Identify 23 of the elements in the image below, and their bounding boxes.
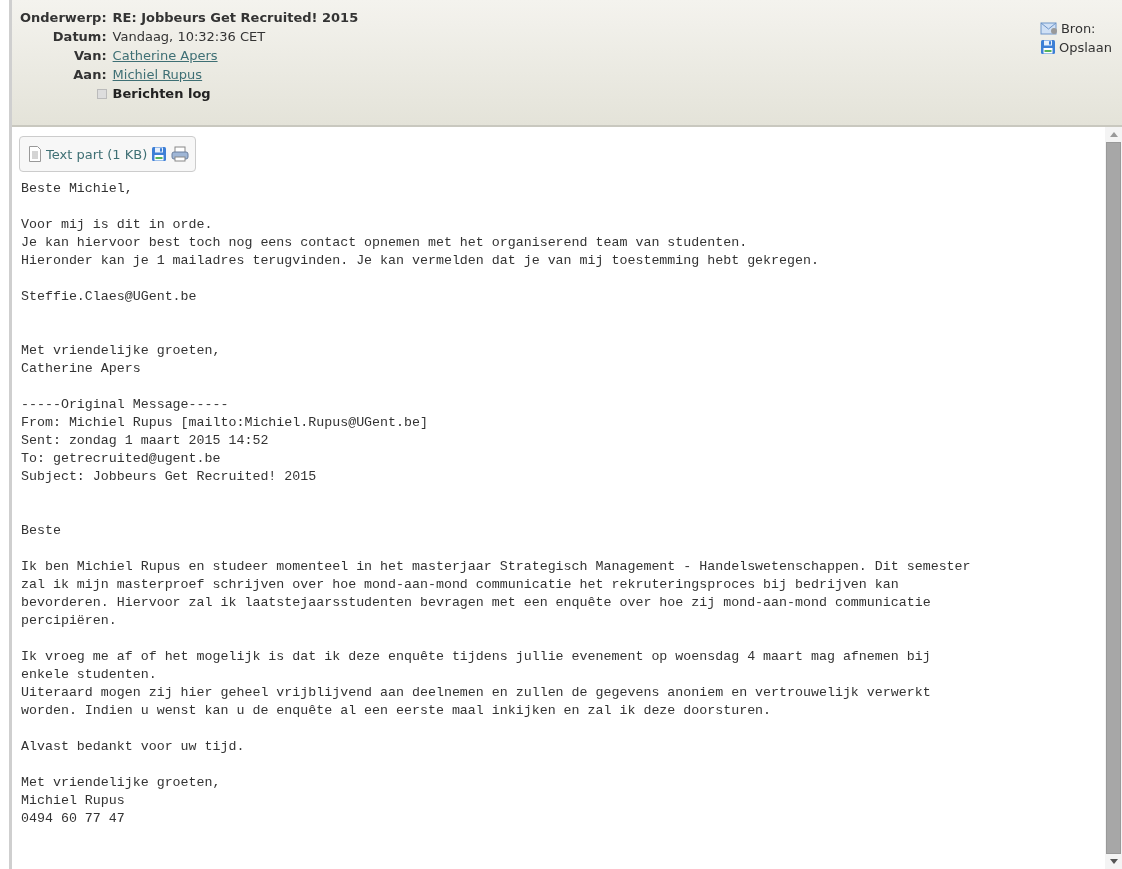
field-label: Datum: (51, 29, 107, 44)
save-icon[interactable] (1039, 39, 1056, 55)
scroll-up-icon[interactable] (1109, 132, 1118, 137)
document-icon[interactable] (28, 146, 42, 162)
source-link[interactable]: Bron: (1060, 20, 1096, 36)
save-link[interactable]: Opslaan (1058, 39, 1112, 55)
subject-value: RE: Jobbeurs Get Recruited! 2015 (112, 10, 359, 25)
expand-toggle[interactable] (96, 88, 107, 99)
printer-icon[interactable] (171, 146, 190, 162)
contact-link[interactable]: Catherine Apers (112, 48, 218, 63)
attachment-link[interactable]: Text part (1 KB) (46, 146, 148, 162)
contact-link[interactable]: Michiel Rupus (112, 67, 203, 82)
scrollbar-thumb[interactable] (1106, 142, 1121, 854)
email-body-text: Beste Michiel, Voor mij is dit in orde. Je kan hiervoor best toch nog eens contact opnemen met het organiserend team van studenten. Hieronder kan je 1 mailadres terugvinden. Je kan vermelden dat je van mij toestemming hebt gekregen. Steffie.Claes@UGent.be Met vriendelijke groeten, Catherine Apers -----Original Message----- From: Michiel Rupus [mailto:Michiel.Rupus@UGent.be] Sent: zondag 1 maart 2015 14:52 To: getrecruited@ugent.be Subject: Jobbeurs Get Recruited! 2015 Beste Ik ben Michiel Rupus en studeer momenteel in het masterjaar Strategisch Management - Handelswetenschappen. Dit semester zal ik mijn masterproef schrijven over hoe mond-aan-mond communicatie het rekruteringsproces bij bedrijven kan bevorderen. Hiervoor zal ik laatstejaarsstudenten bevragen met een enquête over hoe zij mond-aan-mond communicatie percipiëren. Ik vroeg me af of het mogelijk is dat ik deze enquête tijdens jullie evenement op woensdag 4 maart mag afnemen bij enkele studenten. Uiteraard mogen zij hier geheel vrijblijvend aan deelnemen en zullen de gegevens anoniem en vertrouwelijk verwerkt worden. Indien u wenst kan u de enquête al een eerste maal inkijken en zal ik deze doorsturen. Alvast bedankt voor uw tijd. Met vriendelijke groeten, Michiel Rupus 0494 60 77 47 (21, 180, 972, 828)
field-label: Aan: (72, 67, 107, 82)
envelope-icon[interactable] (1039, 20, 1058, 36)
field-label: Van: (73, 48, 107, 63)
scroll-down-icon[interactable] (1109, 859, 1118, 864)
field-label: Onderwerp: (20, 10, 107, 25)
scrollbar[interactable] (1105, 127, 1122, 869)
message-log-label[interactable]: Berichten log (112, 86, 359, 101)
save-icon[interactable] (151, 146, 168, 162)
date-value: Vandaag, 10:32:36 CET (112, 29, 267, 44)
